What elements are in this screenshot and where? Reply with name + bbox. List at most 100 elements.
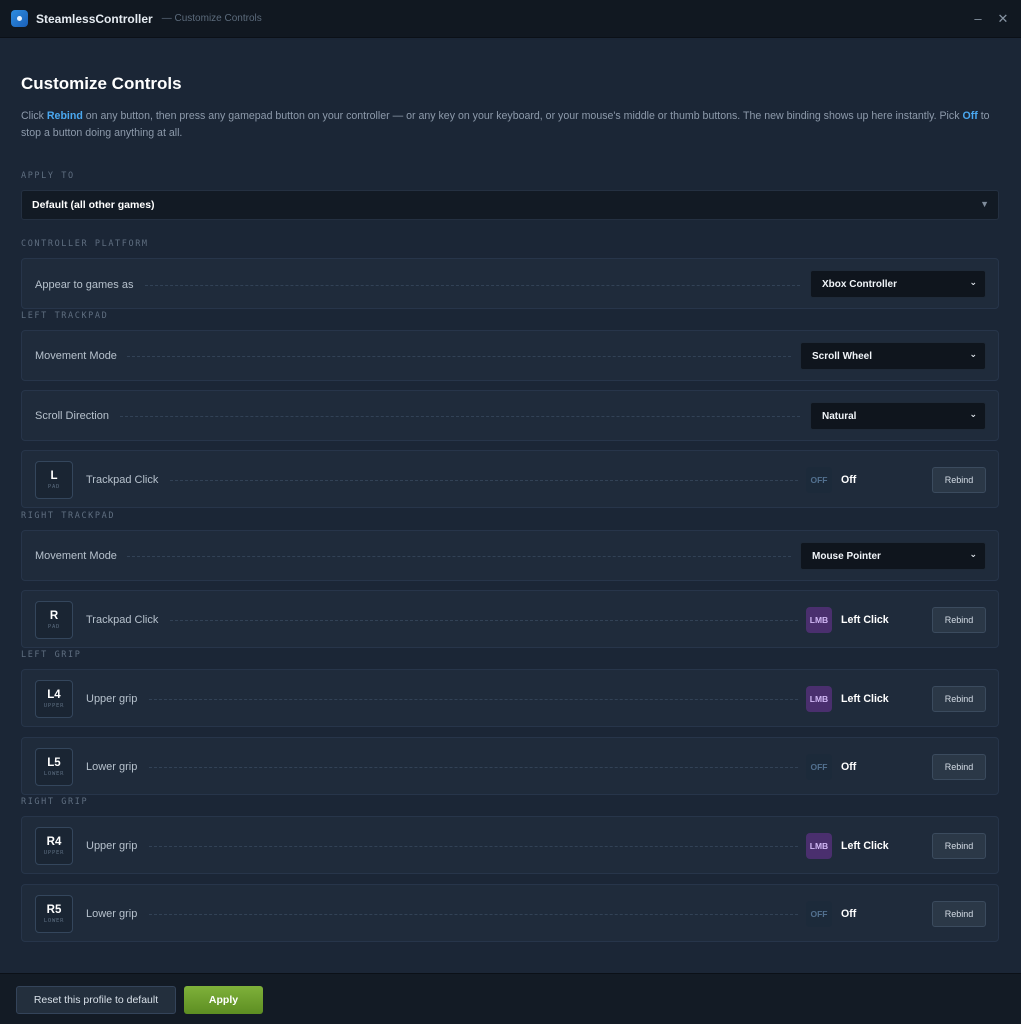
- left-lower-grip-row: L5 LOWER Lower grip OFF Off Rebind: [21, 737, 999, 795]
- dotted-leader: [149, 767, 798, 768]
- section-label-apply-to: APPLY TO: [21, 171, 75, 181]
- button-name: Trackpad Click: [86, 614, 159, 626]
- section-label-right-grip: RIGHT GRIP: [21, 797, 89, 807]
- badge-key: L: [50, 470, 58, 482]
- platform-select-value: Xbox Controller: [822, 278, 898, 290]
- rebind-button[interactable]: Rebind: [932, 754, 986, 780]
- button-name: Upper grip: [86, 693, 138, 705]
- left-movement-mode-select[interactable]: Scroll Wheel ⌄: [800, 342, 986, 370]
- button-name: Lower grip: [86, 761, 138, 773]
- button-badge: L4 UPPER: [35, 680, 73, 718]
- intro-rebind-highlight: Rebind: [46, 110, 83, 122]
- scroll-direction-row: Scroll Direction Natural ⌄: [21, 390, 999, 441]
- rebind-button[interactable]: Rebind: [932, 833, 986, 859]
- reset-profile-button[interactable]: Reset this profile to default: [16, 986, 176, 1014]
- binding-chip: LMB: [806, 686, 832, 712]
- binding-chip: LMB: [806, 833, 832, 859]
- row-label: Movement Mode: [35, 550, 117, 562]
- row-label: Scroll Direction: [35, 410, 109, 422]
- window-subtitle: — Customize Controls: [161, 13, 262, 24]
- badge-sub: LOWER: [43, 918, 65, 924]
- dotted-leader: [120, 416, 800, 417]
- left-movement-mode-row: Movement Mode Scroll Wheel ⌄: [21, 330, 999, 381]
- binding-chip: OFF: [806, 467, 832, 493]
- badge-sub: LOWER: [43, 771, 65, 777]
- binding-value: Off: [841, 761, 857, 773]
- rebind-button[interactable]: Rebind: [932, 686, 986, 712]
- binding-chip: OFF: [806, 901, 832, 927]
- button-badge: R5 LOWER: [35, 895, 73, 933]
- caret-down-icon: ▼: [980, 199, 989, 209]
- chevron-down-icon: ⌄: [969, 277, 977, 287]
- rebind-button[interactable]: Rebind: [932, 467, 986, 493]
- intro-off-highlight: Off: [962, 110, 978, 122]
- right-lower-grip-row: R5 LOWER Lower grip OFF Off Rebind: [21, 884, 999, 942]
- rebind-button[interactable]: Rebind: [932, 901, 986, 927]
- app-name: SteamlessController: [36, 11, 153, 26]
- main-content: Customize Controls Click Rebind on any b…: [0, 38, 1021, 973]
- intro-text: Click Rebind on any button, then press a…: [21, 108, 996, 142]
- right-trackpad-click-row: R PAD Trackpad Click LMB Left Click Rebi…: [21, 590, 999, 648]
- binding-chip: LMB: [806, 607, 832, 633]
- badge-sub: PAD: [47, 484, 61, 490]
- button-name: Upper grip: [86, 840, 138, 852]
- button-badge: L5 LOWER: [35, 748, 73, 786]
- dotted-leader: [145, 285, 800, 286]
- binding-chip: OFF: [806, 754, 832, 780]
- intro-part: on any button, then press any gamepad bu…: [82, 110, 963, 122]
- dotted-leader: [149, 846, 798, 847]
- dotted-leader: [149, 914, 798, 915]
- button-badge: L PAD: [35, 461, 73, 499]
- badge-key: R5: [46, 904, 62, 916]
- section-label-left-trackpad: LEFT TRACKPAD: [21, 311, 109, 321]
- section-label-left-grip: LEFT GRIP: [21, 650, 82, 660]
- app-logo-icon: [11, 10, 28, 27]
- scroll-direction-select[interactable]: Natural ⌄: [810, 402, 986, 430]
- binding-value: Off: [841, 908, 857, 920]
- select-value: Mouse Pointer: [812, 550, 881, 562]
- badge-sub: PAD: [47, 624, 61, 630]
- platform-select[interactable]: Xbox Controller ⌄: [810, 270, 986, 298]
- dotted-leader: [127, 556, 791, 557]
- button-badge: R PAD: [35, 601, 73, 639]
- profile-select[interactable]: Default (all other games) ▼: [21, 190, 999, 220]
- close-icon[interactable]: ✕: [993, 9, 1013, 29]
- intro-part: Click: [21, 110, 47, 122]
- binding-value: Left Click: [841, 693, 889, 705]
- right-movement-mode-select[interactable]: Mouse Pointer ⌄: [800, 542, 986, 570]
- page-title: Customize Controls: [21, 74, 182, 93]
- badge-sub: UPPER: [43, 703, 65, 709]
- dotted-leader: [149, 699, 798, 700]
- right-upper-grip-row: R4 UPPER Upper grip LMB Left Click Rebin…: [21, 816, 999, 874]
- row-label: Movement Mode: [35, 350, 117, 362]
- button-name: Trackpad Click: [86, 474, 159, 486]
- badge-key: L5: [47, 757, 61, 769]
- row-label: Appear to games as: [35, 279, 134, 291]
- left-trackpad-click-row: L PAD Trackpad Click OFF Off Rebind: [21, 450, 999, 508]
- section-label-right-trackpad: RIGHT TRACKPAD: [21, 511, 116, 521]
- badge-key: R: [49, 610, 59, 622]
- chevron-down-icon: ⌄: [969, 349, 977, 359]
- left-upper-grip-row: L4 UPPER Upper grip LMB Left Click Rebin…: [21, 669, 999, 727]
- dotted-leader: [170, 480, 798, 481]
- chevron-down-icon: ⌄: [969, 409, 977, 419]
- chevron-down-icon: ⌄: [969, 549, 977, 559]
- select-value: Natural: [822, 410, 857, 422]
- dotted-leader: [170, 620, 798, 621]
- badge-sub: UPPER: [43, 850, 65, 856]
- binding-value: Off: [841, 474, 857, 486]
- right-movement-mode-row: Movement Mode Mouse Pointer ⌄: [21, 530, 999, 581]
- select-value: Scroll Wheel: [812, 350, 873, 362]
- button-name: Lower grip: [86, 908, 138, 920]
- footer-bar: Reset this profile to default Apply: [0, 973, 1021, 1024]
- profile-select-value: Default (all other games): [32, 199, 155, 211]
- badge-key: L4: [47, 689, 61, 701]
- rebind-button[interactable]: Rebind: [932, 607, 986, 633]
- apply-button[interactable]: Apply: [184, 986, 263, 1014]
- binding-value: Left Click: [841, 614, 889, 626]
- title-bar: SteamlessController — Customize Controls…: [0, 0, 1021, 38]
- minimize-button[interactable]: –: [968, 9, 988, 29]
- binding-value: Left Click: [841, 840, 889, 852]
- button-badge: R4 UPPER: [35, 827, 73, 865]
- dotted-leader: [127, 356, 791, 357]
